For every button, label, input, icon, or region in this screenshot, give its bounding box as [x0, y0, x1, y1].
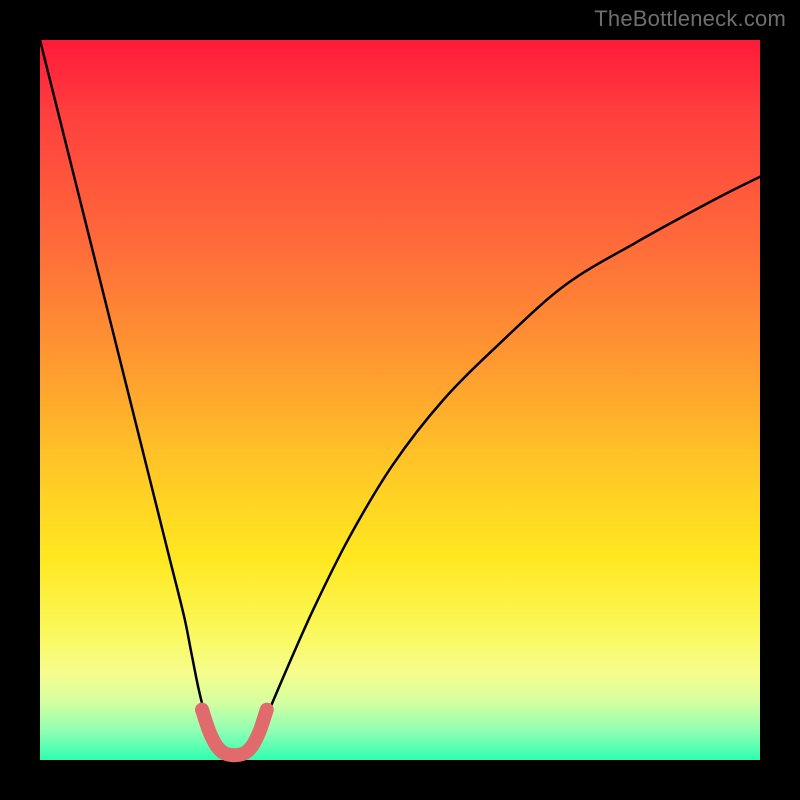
- series-right-branch: [249, 177, 760, 753]
- chart-frame: TheBottleneck.com: [0, 0, 800, 800]
- series-group: [40, 40, 760, 757]
- curve-layer: [40, 40, 760, 760]
- plot-area: [40, 40, 760, 760]
- valley-highlight: [202, 710, 267, 756]
- valley-highlight-path: [202, 710, 267, 756]
- watermark-text: TheBottleneck.com: [594, 6, 786, 32]
- series-left-branch: [40, 40, 220, 753]
